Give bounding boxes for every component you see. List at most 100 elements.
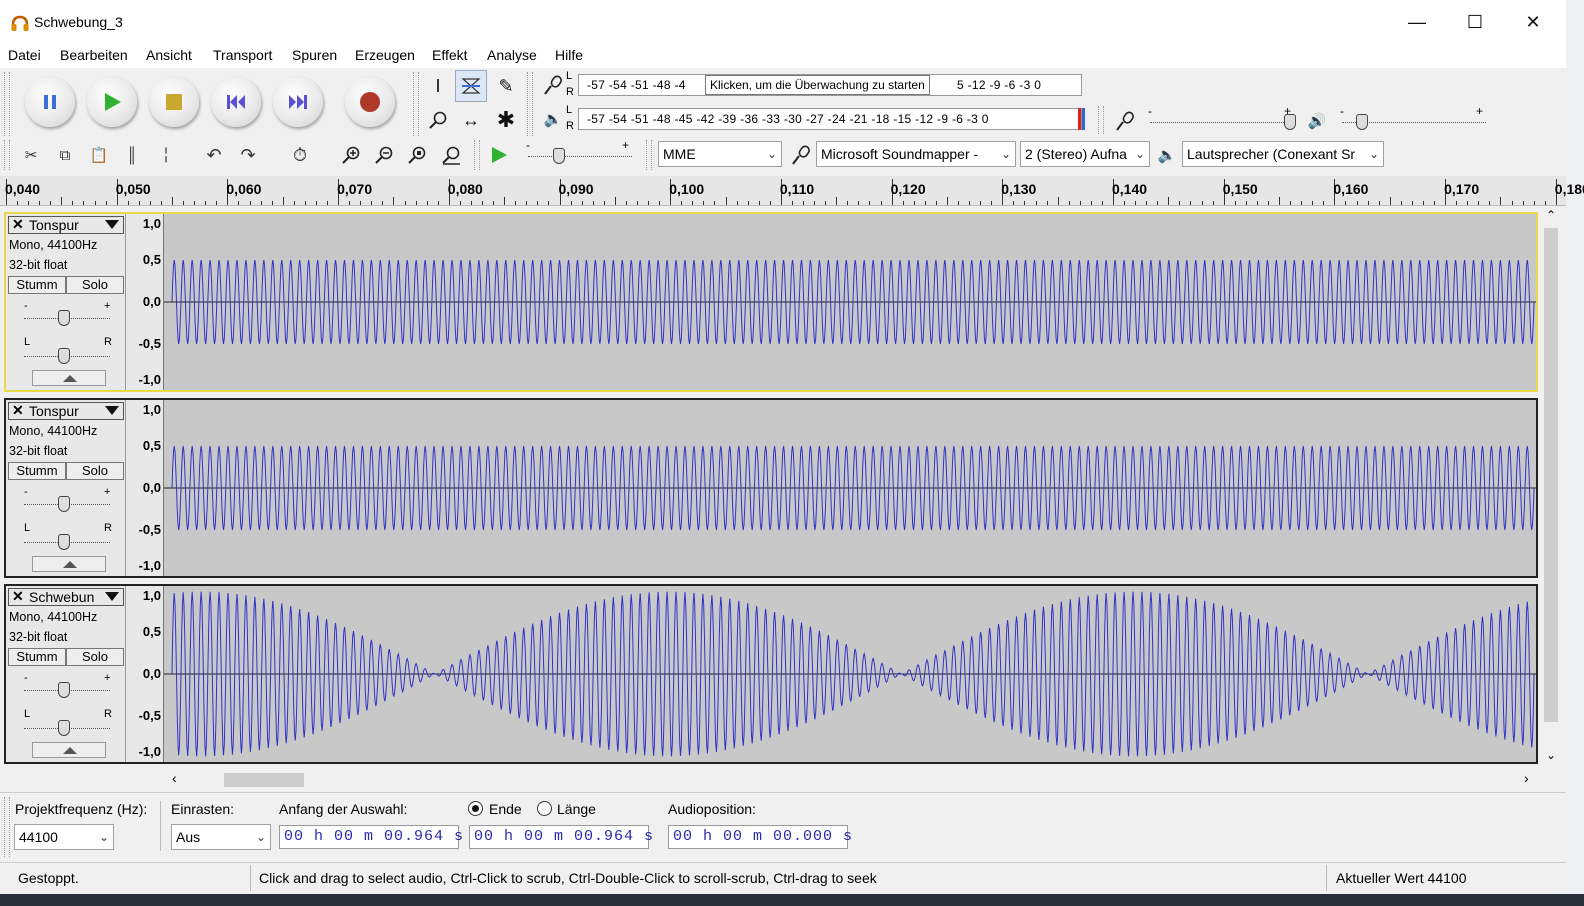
paste-icon[interactable]: 📋 (84, 140, 114, 170)
speaker-icon[interactable]: 🔈 (538, 104, 568, 134)
gain-slider[interactable] (58, 682, 70, 698)
mute-button[interactable]: Stumm (8, 276, 66, 294)
stop-button[interactable] (149, 77, 199, 127)
play-at-speed-button[interactable] (484, 140, 514, 170)
envelope-tool-icon[interactable] (455, 70, 487, 102)
toolbar-grip[interactable] (4, 140, 10, 170)
playback-speed-slider[interactable] (553, 148, 565, 164)
track-name-menu[interactable]: ✕ Schwebun (8, 588, 124, 606)
solo-button[interactable]: Solo (66, 648, 124, 666)
pan-slider[interactable] (58, 534, 70, 550)
track-menu-dropdown-icon[interactable] (105, 592, 119, 601)
amplitude-ruler[interactable]: 1,0 0,5 0,0 -0,5 -1,0 (126, 400, 164, 576)
skip-start-button[interactable] (211, 77, 261, 127)
vertical-scroll-thumb[interactable] (1544, 228, 1558, 722)
menu-effekt[interactable]: Effekt (432, 47, 468, 63)
timeline-ruler[interactable]: 0,040 0,050 0,060 0,070 0,080 0,090 0,100 0,110… (0, 176, 1584, 206)
horizontal-scroll-thumb[interactable] (224, 773, 304, 787)
gain-slider[interactable] (58, 310, 70, 326)
monitor-tooltip[interactable]: Klicken, um die Überwachung zu starten (705, 75, 930, 95)
menu-datei[interactable]: Datei (8, 47, 41, 63)
playback-device-select[interactable]: Lautsprecher (Conexant Sr ⌄ (1182, 141, 1384, 167)
record-button[interactable] (345, 77, 395, 127)
zoom-out-icon[interactable] (369, 140, 399, 170)
amplitude-ruler[interactable]: 1,0 0,5 0,0 -0,5 -1,0 (126, 586, 164, 762)
end-radio[interactable] (468, 801, 483, 816)
waveform-canvas[interactable] (164, 586, 1536, 762)
track-name-menu[interactable]: ✕ Tonspur (8, 402, 124, 420)
menu-analyse[interactable]: Analyse (487, 47, 537, 63)
close-track-icon[interactable]: ✕ (12, 588, 24, 605)
menu-hilfe[interactable]: Hilfe (555, 47, 583, 63)
input-volume-slider[interactable] (1284, 114, 1296, 130)
toolbar-grip[interactable] (4, 72, 10, 136)
track-name-menu[interactable]: ✕ Tonspur (8, 216, 124, 234)
toolbar-grip[interactable] (646, 140, 652, 170)
draw-tool-icon[interactable]: ✎ (490, 70, 522, 102)
audio-track[interactable]: ✕ Tonspur Mono, 44100Hz 32-bit float Stu… (4, 212, 1538, 392)
project-rate-select[interactable]: 44100 ⌄ (14, 824, 114, 850)
sync-lock-icon[interactable]: ⏱ (285, 140, 315, 170)
scroll-left-icon[interactable]: ‹ (172, 770, 177, 786)
snap-select[interactable]: Aus ⌄ (171, 824, 271, 850)
skip-end-button[interactable] (273, 77, 323, 127)
menu-erzeugen[interactable]: Erzeugen (355, 47, 415, 63)
scroll-up-icon[interactable]: ⌃ (1546, 208, 1556, 222)
horizontal-scrollbar[interactable]: ‹ › (160, 770, 1544, 790)
selection-tool-icon[interactable]: I (422, 70, 454, 102)
pause-button[interactable] (25, 77, 75, 127)
timeshift-tool-icon[interactable]: ↔ (455, 104, 487, 136)
collapse-track-button[interactable] (32, 370, 106, 386)
pan-slider[interactable] (58, 348, 70, 364)
track-menu-dropdown-icon[interactable] (105, 406, 119, 415)
toolbar-grip[interactable] (474, 140, 480, 170)
toolbar-grip[interactable] (4, 797, 10, 857)
zoom-tool-icon[interactable] (422, 104, 454, 136)
recording-device-select[interactable]: Microsoft Soundmapper - ⌄ (816, 141, 1016, 167)
waveform-canvas[interactable] (164, 400, 1536, 576)
scroll-down-icon[interactable]: ⌄ (1546, 748, 1556, 762)
selection-start-time[interactable]: 00 h 00 m 00.964 s (279, 825, 463, 849)
menu-spuren[interactable]: Spuren (292, 47, 337, 63)
collapse-track-button[interactable] (32, 556, 106, 572)
menu-bearbeiten[interactable]: Bearbeiten (60, 47, 128, 63)
solo-button[interactable]: Solo (66, 276, 124, 294)
close-track-icon[interactable]: ✕ (12, 402, 24, 419)
audio-host-select[interactable]: MME ⌄ (658, 141, 782, 167)
maximize-button[interactable]: ☐ (1446, 0, 1504, 44)
output-volume-slider[interactable] (1356, 114, 1368, 130)
toolbar-grip[interactable] (1098, 106, 1104, 134)
close-button[interactable]: ✕ (1504, 0, 1562, 44)
playback-meter[interactable]: -57 -54 -51 -48 -45 -42 -39 -36 -33 -30 … (578, 108, 1082, 130)
gain-slider[interactable] (58, 496, 70, 512)
mute-button[interactable]: Stumm (8, 648, 66, 666)
play-button[interactable] (87, 77, 137, 127)
vertical-scrollbar[interactable]: ⌃ ⌄ (1540, 208, 1562, 768)
audio-track[interactable]: ✕ Tonspur Mono, 44100Hz 32-bit float Stu… (4, 398, 1538, 578)
mute-button[interactable]: Stumm (8, 462, 66, 480)
redo-icon[interactable]: ↷ (233, 140, 263, 170)
minimize-button[interactable]: — (1388, 0, 1446, 44)
length-radio[interactable] (537, 801, 552, 816)
selection-end-time[interactable]: 00 h 00 m 00.964 s (469, 825, 653, 849)
menu-ansicht[interactable]: Ansicht (146, 47, 192, 63)
waveform-canvas[interactable] (164, 214, 1536, 390)
close-track-icon[interactable]: ✕ (12, 216, 24, 233)
audio-position-time[interactable]: 00 h 00 m 00.000 s (668, 825, 852, 849)
amplitude-ruler[interactable]: 1,0 0,5 0,0 -0,5 -1,0 (126, 214, 164, 390)
recording-channels-select[interactable]: 2 (Stereo) Aufna ⌄ (1020, 141, 1150, 167)
zoom-in-icon[interactable] (336, 140, 366, 170)
track-menu-dropdown-icon[interactable] (105, 220, 119, 229)
toolbar-grip[interactable] (413, 72, 419, 136)
audio-track[interactable]: ✕ Schwebun Mono, 44100Hz 32-bit float St… (4, 584, 1538, 764)
scroll-right-icon[interactable]: › (1524, 770, 1529, 786)
collapse-track-button[interactable] (32, 742, 106, 758)
trim-icon[interactable]: ║ (117, 140, 147, 170)
menu-transport[interactable]: Transport (213, 47, 272, 63)
cut-icon[interactable]: ✂ (16, 140, 46, 170)
copy-icon[interactable]: ⧉ (50, 140, 80, 170)
toolbar-grip[interactable] (527, 72, 533, 136)
multi-tool-icon[interactable]: ✱ (490, 104, 522, 136)
fit-selection-icon[interactable] (402, 140, 432, 170)
silence-icon[interactable]: ╎ (151, 140, 181, 170)
